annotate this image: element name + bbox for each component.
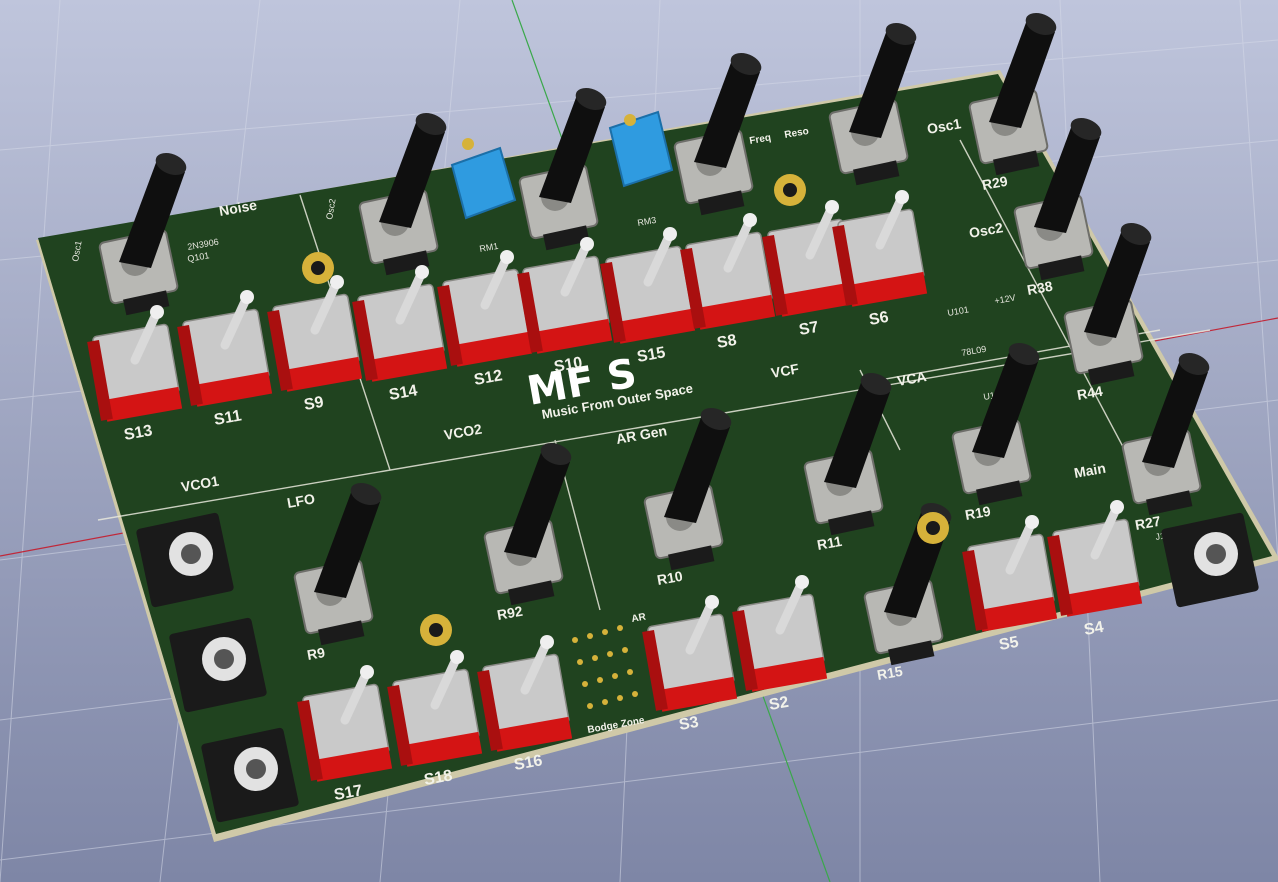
switch-label: S3 (678, 714, 700, 734)
potentiometer-label: R15 (876, 663, 904, 683)
audio-jack[interactable] (169, 617, 268, 713)
audio-jack[interactable] (136, 512, 235, 608)
pcb-3d-render: MF S Music From Outer Space NoiseVCO1LFO… (0, 0, 1278, 882)
switch-label: S18 (423, 767, 454, 789)
audio-jack[interactable] (1161, 512, 1260, 608)
switch-label: S16 (513, 752, 544, 774)
switch-label: S6 (868, 309, 890, 329)
switch-label: S9 (303, 394, 325, 414)
switch-label: S2 (768, 694, 790, 714)
potentiometer-label: R9 (306, 644, 327, 663)
switch-label: S8 (716, 332, 738, 352)
switch-label: S7 (798, 319, 820, 339)
audio-jack[interactable] (201, 727, 300, 823)
switch-label: S5 (998, 634, 1020, 654)
switch-label: S4 (1083, 619, 1105, 639)
